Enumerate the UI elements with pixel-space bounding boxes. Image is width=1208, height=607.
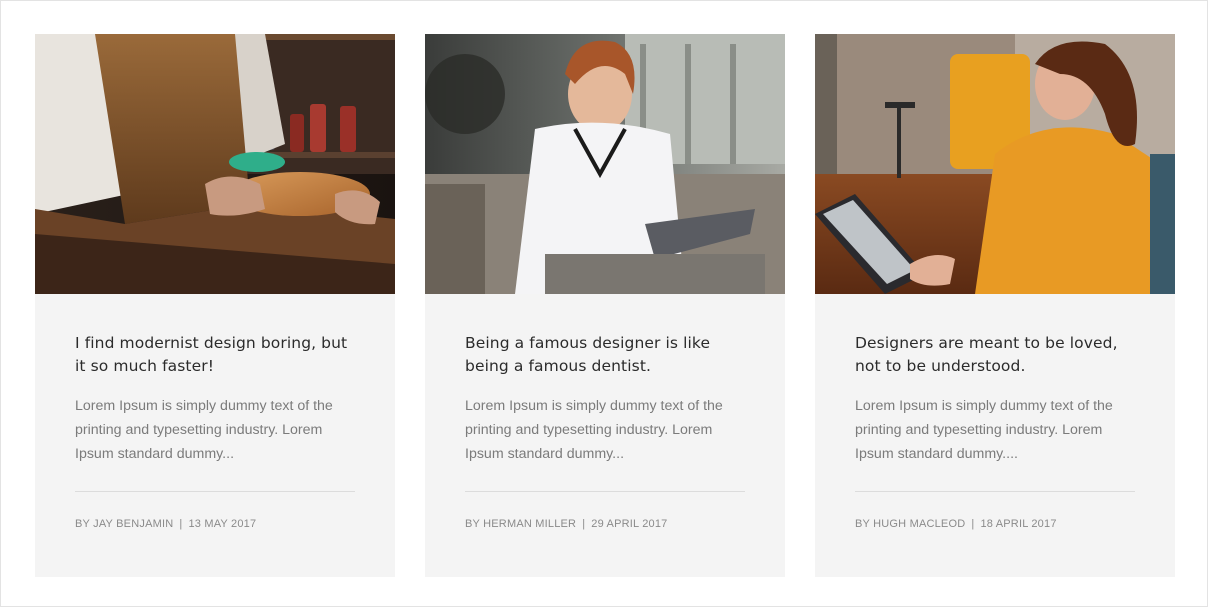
blog-card[interactable]: I find modernist design boring, but it s… [35, 34, 395, 577]
blog-card[interactable]: Designers are meant to be loved, not to … [815, 34, 1175, 577]
post-date: 18 APRIL 2017 [980, 518, 1057, 530]
post-excerpt: Lorem Ipsum is simply dummy text of the … [855, 398, 1113, 462]
post-date: 29 APRIL 2017 [591, 518, 668, 530]
meta-separator: | [582, 518, 586, 530]
post-title[interactable]: Designers are meant to be loved, not to … [855, 332, 1135, 378]
post-author[interactable]: BY HUGH MACLEOD [855, 518, 965, 530]
shoemaker-photo[interactable] [35, 34, 395, 294]
post-title[interactable]: Being a famous designer is like being a … [465, 332, 745, 378]
post-title[interactable]: I find modernist design boring, but it s… [75, 332, 355, 378]
post-author[interactable]: BY HERMAN MILLER [465, 518, 576, 530]
post-meta: BY JAY BENJAMIN | 13 MAY 2017 [75, 518, 355, 530]
blog-card[interactable]: Being a famous designer is like being a … [425, 34, 785, 577]
divider [855, 491, 1135, 492]
post-date: 13 MAY 2017 [188, 518, 257, 530]
woman-with-tablet-photo[interactable] [425, 34, 785, 294]
divider [465, 491, 745, 492]
blog-section: I find modernist design boring, but it s… [0, 0, 1208, 607]
post-meta: BY HERMAN MILLER | 29 APRIL 2017 [465, 518, 745, 530]
post-meta: BY HUGH MACLEOD | 18 APRIL 2017 [855, 518, 1135, 530]
post-excerpt: Lorem Ipsum is simply dummy text of the … [465, 398, 723, 462]
woman-reading-tablet-photo[interactable] [815, 34, 1175, 294]
divider [75, 491, 355, 492]
meta-separator: | [971, 518, 975, 530]
post-author[interactable]: BY JAY BENJAMIN [75, 518, 173, 530]
meta-separator: | [179, 518, 183, 530]
post-excerpt: Lorem Ipsum is simply dummy text of the … [75, 398, 333, 462]
